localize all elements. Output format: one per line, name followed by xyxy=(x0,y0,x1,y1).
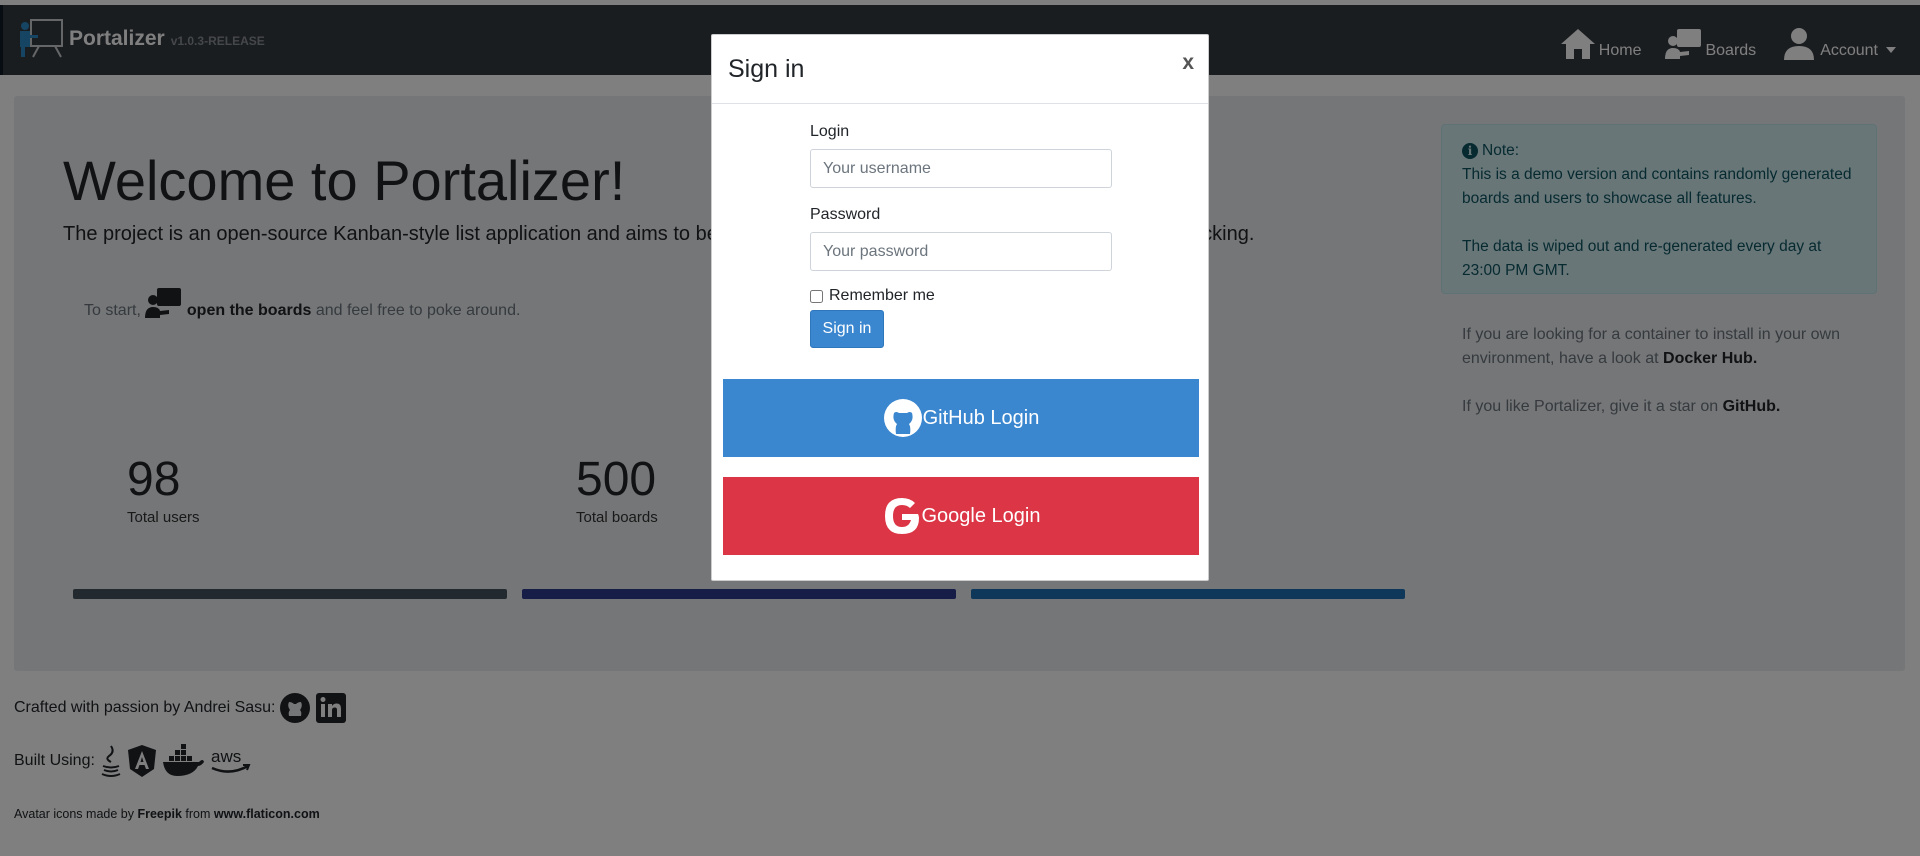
password-label: Password xyxy=(810,206,881,223)
github-login-button[interactable]: GitHub Login xyxy=(723,379,1199,457)
remember-checkbox[interactable] xyxy=(810,289,823,303)
google-icon xyxy=(884,498,919,534)
github-login-label: GitHub Login xyxy=(922,406,1040,429)
signin-button[interactable]: Sign in xyxy=(810,310,884,348)
google-login-label: Google Login xyxy=(921,504,1041,527)
signin-modal: Sign in x Login Password Remember me Sig… xyxy=(711,34,1209,581)
remember-row: Remember me xyxy=(810,287,1112,305)
github-icon xyxy=(883,399,922,437)
modal-header: Sign in x xyxy=(712,35,1208,104)
modal-title: Sign in xyxy=(728,55,805,83)
login-label: Login xyxy=(810,123,850,140)
remember-label: Remember me xyxy=(829,287,935,304)
password-input[interactable] xyxy=(810,232,1112,271)
signin-form: Login Password Remember me Sign in xyxy=(810,123,1112,348)
username-input[interactable] xyxy=(810,149,1112,188)
close-button[interactable]: x xyxy=(1182,51,1194,75)
google-login-button[interactable]: Google Login xyxy=(723,477,1199,555)
